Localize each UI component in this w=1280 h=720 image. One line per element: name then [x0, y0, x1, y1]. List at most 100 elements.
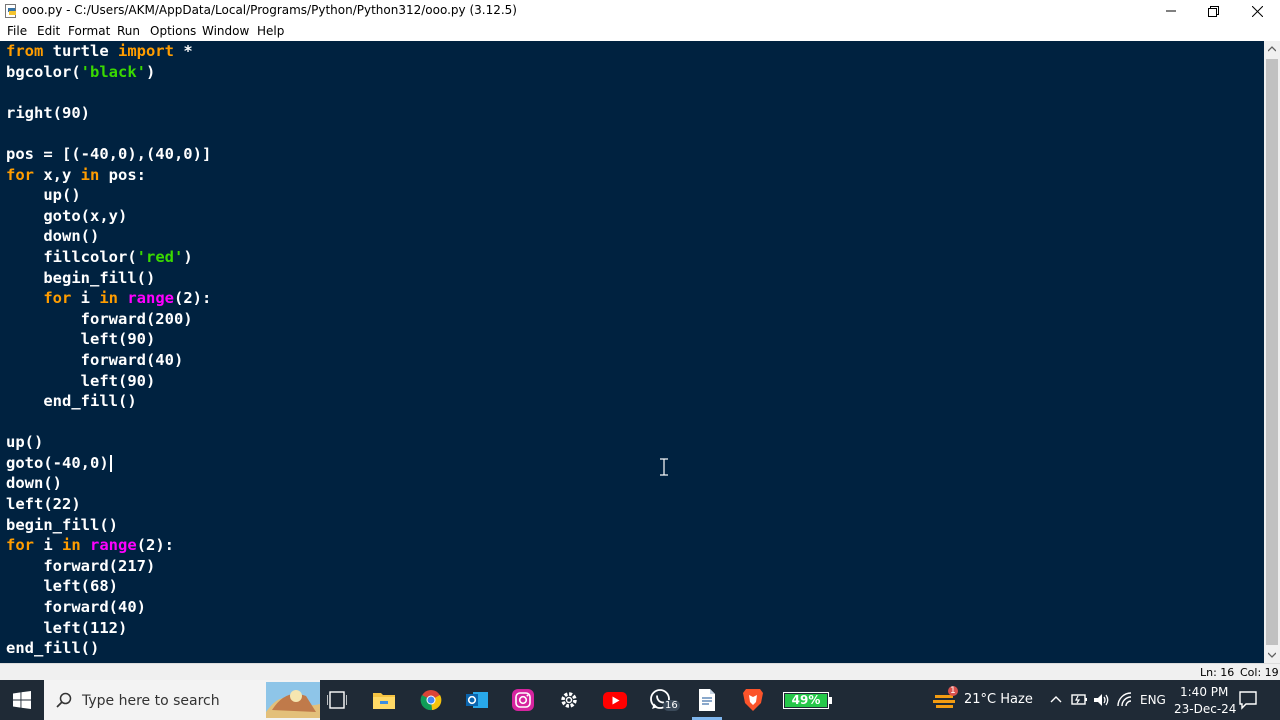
restore-button[interactable]	[1190, 0, 1236, 22]
code-line[interactable]: for x,y in pos:	[6, 165, 211, 186]
code-keyword: from	[6, 42, 44, 60]
taskbar-instagram[interactable]	[511, 688, 535, 712]
code-token: x,y	[34, 165, 81, 184]
code-editor[interactable]: from turtle import * bgcolor('black') rig…	[0, 41, 1264, 663]
code-line[interactable]: left(22)	[6, 494, 211, 515]
status-line: Ln: 16	[1200, 666, 1235, 679]
chevron-up-icon	[1268, 46, 1276, 52]
code-token: forward(40)	[6, 598, 146, 617]
code-token: (2):	[136, 536, 175, 555]
scroll-down-button[interactable]	[1264, 647, 1280, 663]
code-line[interactable]: goto(-40,0)	[6, 453, 211, 474]
menu-options[interactable]: Options	[150, 24, 196, 38]
language-indicator[interactable]: ENG	[1140, 693, 1166, 707]
code-token: fillcolor(	[6, 247, 137, 266]
code-keyword: for	[6, 165, 34, 184]
battery-percent: 49%	[791, 693, 821, 707]
weather-text[interactable]: 21°C Haze	[964, 692, 1033, 707]
taskbar-brave[interactable]	[741, 688, 765, 712]
code-keyword: for	[6, 536, 34, 555]
minimize-button[interactable]	[1148, 0, 1194, 22]
code-line[interactable]: fillcolor('red')	[6, 247, 211, 268]
python-file-icon	[5, 4, 16, 18]
taskbar-chrome[interactable]	[419, 688, 443, 712]
taskbar-document[interactable]	[695, 688, 719, 712]
whatsapp-badge: 16	[663, 700, 680, 711]
volume-icon[interactable]	[1093, 692, 1111, 708]
close-button[interactable]	[1234, 0, 1280, 22]
code-line[interactable]: up()	[6, 432, 211, 453]
code-line[interactable]: left(90)	[6, 371, 211, 392]
code-line[interactable]: pos = [(-40,0),(40,0)]	[6, 144, 211, 165]
code-builtin: range	[127, 289, 175, 308]
code-line[interactable]	[6, 123, 211, 144]
code-line[interactable]: bgcolor('black')	[6, 62, 211, 83]
code-line[interactable]: goto(x,y)	[6, 206, 211, 227]
search-highlight-illustration-icon	[266, 682, 320, 718]
code-line[interactable]: down()	[6, 226, 211, 247]
taskbar-youtube[interactable]	[603, 688, 627, 712]
taskbar-file-explorer[interactable]	[372, 688, 396, 712]
notification-center-icon[interactable]	[1238, 690, 1258, 710]
menu-window[interactable]: Window	[202, 24, 249, 38]
battery-nub	[829, 697, 832, 704]
code-line[interactable]: forward(200)	[6, 309, 211, 330]
code-token: left(112)	[6, 618, 128, 637]
vertical-scrollbar[interactable]	[1264, 41, 1280, 663]
code-line[interactable]: for i in range(2):	[6, 288, 211, 309]
code-line[interactable]: up()	[6, 185, 211, 206]
youtube-icon	[603, 691, 627, 709]
scrollbar-thumb[interactable]	[1266, 59, 1278, 645]
code-keyword: import	[117, 42, 174, 60]
clock-date[interactable]: 23-Dec-24	[1174, 702, 1236, 716]
code-line[interactable]: end_fill()	[6, 391, 211, 412]
code-line[interactable]: for i in range(2):	[6, 535, 211, 556]
chevron-down-icon	[1268, 652, 1276, 658]
clock-time[interactable]: 1:40 PM	[1180, 685, 1228, 699]
taskbar-settings[interactable]	[557, 688, 581, 712]
code-text-area[interactable]: from turtle import * bgcolor('black') rig…	[6, 41, 211, 659]
battery-indicator[interactable]: 49%	[783, 692, 829, 709]
code-line[interactable]: left(68)	[6, 576, 211, 597]
code-line[interactable]: left(112)	[6, 618, 211, 639]
code-token: forward(40)	[6, 350, 184, 369]
file-explorer-icon	[373, 693, 395, 709]
code-line[interactable]: begin_fill()	[6, 268, 211, 289]
code-line[interactable]: end_fill()	[6, 638, 211, 659]
menu-help[interactable]: Help	[257, 24, 284, 38]
code-line[interactable]: forward(217)	[6, 556, 211, 577]
start-button[interactable]	[10, 688, 34, 712]
taskbar-outlook[interactable]	[465, 688, 489, 712]
code-line[interactable]	[6, 412, 211, 433]
code-line[interactable]: forward(40)	[6, 350, 211, 371]
search-placeholder: Type here to search	[82, 693, 220, 709]
taskbar-whatsapp[interactable]: 16	[649, 688, 680, 712]
wifi-icon[interactable]	[1117, 692, 1135, 708]
menu-run[interactable]: Run	[117, 24, 140, 38]
restore-icon	[1207, 5, 1219, 17]
power-plug-icon[interactable]	[1071, 692, 1089, 708]
menu-file[interactable]: File	[7, 24, 27, 38]
code-line[interactable]: right(90)	[6, 103, 211, 124]
code-token: left(68)	[6, 577, 118, 596]
code-token: )	[183, 247, 193, 266]
code-keyword: in	[80, 165, 100, 184]
chevron-up-icon[interactable]	[1050, 695, 1062, 703]
scroll-up-button[interactable]	[1264, 41, 1280, 57]
code-token: right(90)	[6, 103, 90, 122]
menu-format[interactable]: Format	[68, 24, 110, 38]
code-line[interactable]: begin_fill()	[6, 515, 211, 536]
code-line[interactable]: down()	[6, 473, 211, 494]
code-line[interactable]: from turtle import *	[6, 41, 211, 62]
code-token: *	[173, 42, 193, 60]
task-view-button[interactable]	[325, 688, 349, 712]
code-token: pos = [(-40,0),(40,0)]	[6, 144, 212, 163]
code-line[interactable]: left(90)	[6, 329, 211, 350]
menu-edit[interactable]: Edit	[37, 24, 60, 38]
weather-widget-icon-button[interactable]: 1	[933, 686, 958, 712]
code-line[interactable]: forward(40)	[6, 597, 211, 618]
code-token: begin_fill()	[6, 268, 156, 287]
code-token: end_fill()	[6, 392, 137, 411]
code-line[interactable]	[6, 82, 211, 103]
taskbar-search-box[interactable]: Type here to search	[44, 680, 320, 720]
